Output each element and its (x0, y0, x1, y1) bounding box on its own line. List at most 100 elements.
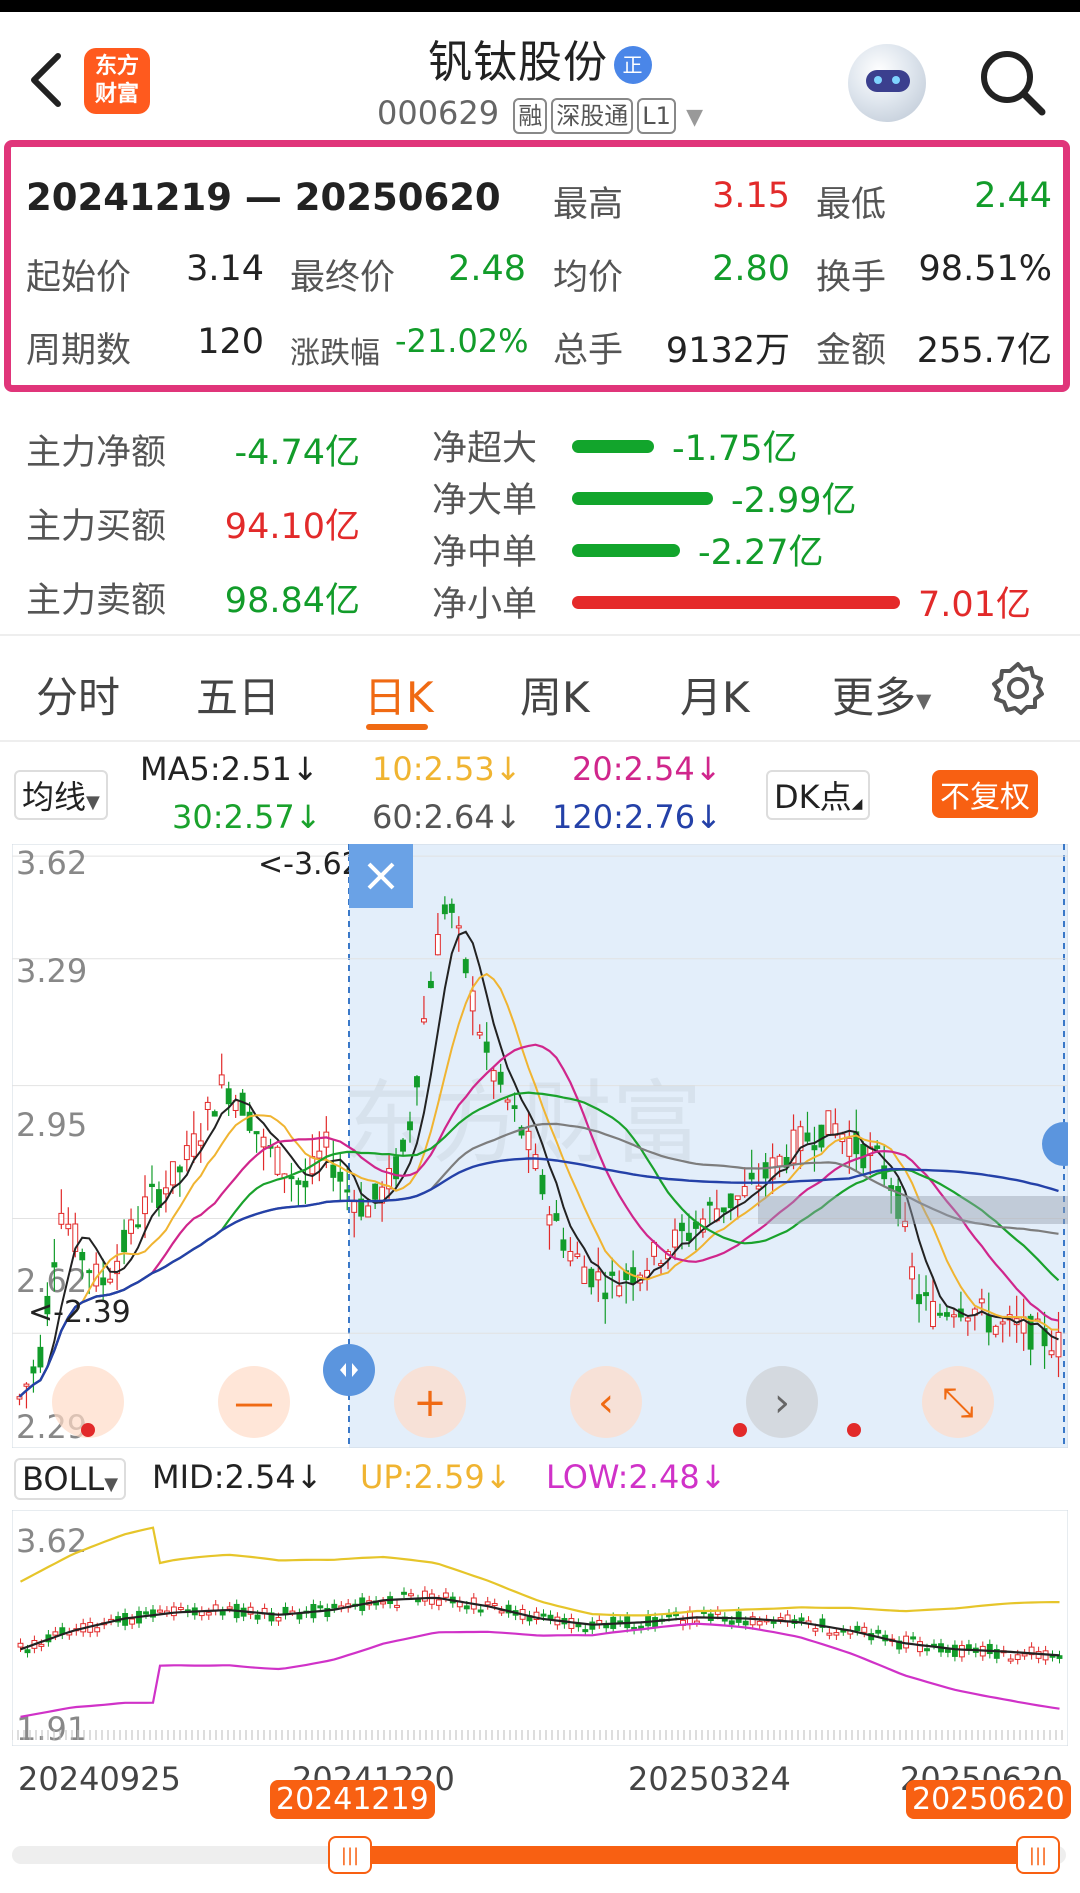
boll-candle-body (331, 1603, 338, 1609)
robot-avatar-icon[interactable] (848, 44, 926, 122)
boll-candle-body (958, 1645, 965, 1658)
candle-body (741, 1186, 748, 1197)
boll-candle-body (770, 1620, 777, 1624)
candle-body (1055, 1331, 1062, 1358)
flow-item-label: 净小单 (432, 585, 538, 625)
boll-candle-body (38, 1643, 45, 1647)
candle-body (560, 1239, 567, 1251)
boll-candle-body (52, 1631, 59, 1636)
candle-body (616, 1285, 623, 1297)
candle-body (218, 1074, 225, 1086)
candle-body (992, 1325, 999, 1335)
boll-candle-body (477, 1609, 484, 1613)
boll-candle-body (219, 1611, 226, 1616)
candle-body (950, 1314, 957, 1318)
candlestick-chart[interactable]: 东方财富3.623.292.952.622.29<-3.62<-2.39— + ‹ ›… (12, 844, 1068, 1448)
boll-candle-body (833, 1632, 840, 1636)
boll-selector[interactable]: BOLL▼ (14, 1458, 127, 1500)
candle-body (595, 1271, 602, 1281)
candle-body (930, 1300, 936, 1328)
candle-body (344, 1189, 351, 1193)
range-drag-handle (323, 1344, 375, 1396)
candle-body (672, 1229, 678, 1248)
tab-five-day[interactable]: 五日 (196, 664, 280, 725)
candle-body (727, 1193, 734, 1209)
boll-candle-body (380, 1601, 387, 1605)
boll-candle-body (401, 1591, 407, 1595)
candle-body (197, 1140, 204, 1146)
boll-candle-body (854, 1625, 861, 1632)
periods-label: 周期数 (26, 331, 132, 371)
candle-body (330, 1164, 337, 1178)
tab-weekly-k[interactable]: 周K (520, 664, 590, 725)
fullscreen-button-glyph: ⤡ (942, 1380, 974, 1426)
main-net-label: 主力净额 (26, 433, 167, 473)
low-label: 最低 (816, 185, 887, 225)
periods-value: 120 (197, 322, 264, 362)
candle-body (30, 1366, 37, 1374)
boll-candle-body (421, 1590, 428, 1602)
boll-mid: MID:2.54↓ (152, 1458, 323, 1496)
boll-candle-body (170, 1606, 177, 1617)
candle-body (420, 1018, 427, 1023)
candle-body (162, 1187, 169, 1195)
range-start-handle[interactable]: ||| (328, 1836, 372, 1874)
candle-body (169, 1161, 176, 1186)
candle-body (149, 1183, 155, 1188)
candle-body (706, 1201, 713, 1206)
candle-body (414, 1076, 420, 1088)
indicator-selector[interactable]: 均线▼ (14, 770, 108, 820)
candle-body (190, 1133, 197, 1157)
dk-point-button[interactable]: DK点◢ (766, 770, 871, 820)
candle-body (128, 1219, 135, 1234)
boll-candle-body (798, 1617, 805, 1622)
y-axis-label: 2.95 (16, 1106, 87, 1144)
candle-body (51, 1262, 58, 1268)
change-label: 涨跌幅 (290, 336, 380, 371)
candle-body (923, 1292, 929, 1297)
boll-candle-body (540, 1613, 547, 1617)
flow-item-value: -2.27亿 (698, 533, 824, 573)
candle-body (302, 1180, 309, 1188)
turnover-value: 98.51% (918, 249, 1052, 289)
boll-candle-body (157, 1609, 163, 1613)
flow-item-label: 净超大 (432, 429, 538, 469)
main-sell-value: 98.84亿 (224, 581, 360, 621)
candle-body (100, 1277, 107, 1286)
candle-body (16, 1396, 23, 1400)
boll-candle-body (582, 1629, 589, 1633)
amount-label: 金额 (816, 331, 887, 371)
candle-body (65, 1223, 72, 1230)
tab-daily-k[interactable]: 日K (364, 664, 434, 725)
range-end-handle[interactable]: ||| (1016, 1836, 1060, 1874)
boll-candle-body (317, 1605, 324, 1609)
candle-body (679, 1222, 685, 1232)
main-sell-label: 主力卖额 (26, 581, 167, 621)
gear-icon[interactable] (990, 660, 1046, 716)
search-icon[interactable] (976, 46, 1048, 118)
tab-minute[interactable]: 分时 (36, 664, 120, 725)
adjust-mode-button[interactable]: 不复权 (932, 770, 1038, 818)
boll-candle-body (226, 1606, 233, 1610)
candle-body (720, 1207, 727, 1213)
y-axis-label: 3.62 (16, 1522, 87, 1560)
candle-body (999, 1321, 1006, 1325)
candle-body (602, 1292, 609, 1300)
boll-candle-body (143, 1611, 149, 1615)
tab-monthly-k[interactable]: 月K (680, 664, 750, 725)
divider (0, 634, 1080, 636)
ma20-value: 20:2.54↓ (572, 750, 722, 788)
candle-body (497, 1071, 504, 1085)
candle-body (978, 1298, 985, 1304)
boll-chart[interactable]: 3.621.91 (12, 1510, 1068, 1746)
candle-body (225, 1088, 232, 1105)
tab-more[interactable]: 更多▼ (832, 664, 931, 725)
candle-body (183, 1145, 190, 1161)
boll-candle-body (94, 1627, 101, 1633)
boll-candle-body (498, 1610, 505, 1614)
boll-candle-body (428, 1593, 435, 1605)
caret-down-icon: ▼ (686, 105, 704, 130)
candle-body (135, 1224, 141, 1228)
candle-body (23, 1383, 30, 1387)
boll-candle-body (742, 1620, 749, 1626)
